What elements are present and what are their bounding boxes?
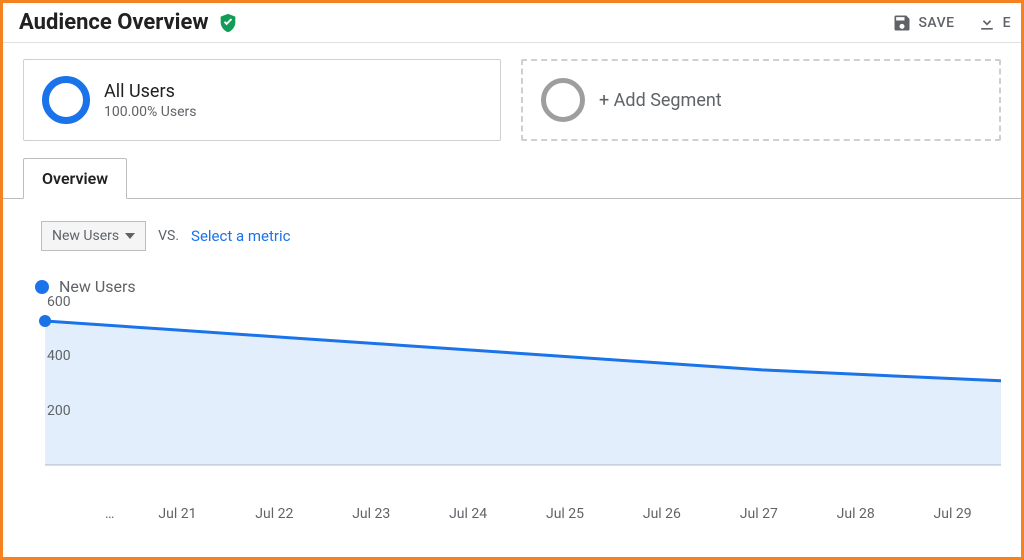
- segment-ring-icon: [42, 76, 90, 124]
- segments-row: All Users 100.00% Users + Add Segment: [3, 43, 1021, 153]
- x-tick-label: Jul 22: [226, 506, 323, 522]
- segment-name: All Users: [104, 81, 196, 102]
- metric-selector-row: New Users VS. Select a metric: [3, 199, 1021, 259]
- x-tick-label: Jul 25: [517, 506, 614, 522]
- select-secondary-metric[interactable]: Select a metric: [191, 227, 290, 245]
- chart-legend: New Users: [3, 259, 1021, 300]
- x-tick-label: Jul 26: [613, 506, 710, 522]
- download-icon: [977, 13, 997, 33]
- x-tick-label: Jul 21: [129, 506, 226, 522]
- vs-label: VS.: [158, 228, 179, 244]
- segment-text: All Users 100.00% Users: [104, 81, 196, 120]
- verified-shield-icon: [217, 12, 239, 34]
- save-button[interactable]: SAVE: [888, 9, 958, 37]
- header-actions: SAVE E: [888, 9, 1015, 37]
- add-segment-label: + Add Segment: [599, 90, 722, 111]
- x-tick-label: Jul 28: [807, 506, 904, 522]
- add-segment-button[interactable]: + Add Segment: [521, 59, 1001, 141]
- add-segment-ring-icon: [541, 78, 585, 122]
- x-tick-label: Jul 29: [904, 506, 1001, 522]
- x-tick-label: Jul 24: [420, 506, 517, 522]
- export-button[interactable]: E: [973, 9, 1015, 37]
- x-axis-labels: …Jul 21Jul 22Jul 23Jul 24Jul 25Jul 26Jul…: [35, 506, 1001, 522]
- app-root: Audience Overview SAVE E All Users 100.0…: [3, 3, 1021, 557]
- y-tick-label: 400: [47, 348, 71, 364]
- chart-area: 200400600 …Jul 21Jul 22Jul 23Jul 24Jul 2…: [35, 300, 1001, 500]
- save-label: SAVE: [918, 15, 954, 31]
- page-title-text: Audience Overview: [19, 10, 209, 35]
- header: Audience Overview SAVE E: [3, 3, 1021, 43]
- x-tick-label: Jul 23: [323, 506, 420, 522]
- segment-all-users[interactable]: All Users 100.00% Users: [23, 59, 501, 141]
- primary-metric-label: New Users: [52, 228, 119, 244]
- segment-sub: 100.00% Users: [104, 104, 196, 120]
- export-label-truncated: E: [1003, 15, 1011, 31]
- tabs-row: Overview: [3, 157, 1021, 199]
- save-icon: [892, 13, 912, 33]
- y-tick-label: 200: [47, 403, 71, 419]
- page-title: Audience Overview: [19, 10, 239, 35]
- x-tick-ellipsis: …: [105, 506, 129, 522]
- primary-metric-dropdown[interactable]: New Users: [41, 221, 146, 251]
- tab-overview[interactable]: Overview: [23, 158, 127, 199]
- tab-overview-label: Overview: [42, 169, 108, 188]
- line-chart[interactable]: [35, 300, 1001, 500]
- x-tick-label: Jul 27: [710, 506, 807, 522]
- legend-dot-icon: [35, 280, 49, 294]
- y-tick-label: 600: [47, 294, 71, 310]
- chevron-down-icon: [125, 231, 135, 241]
